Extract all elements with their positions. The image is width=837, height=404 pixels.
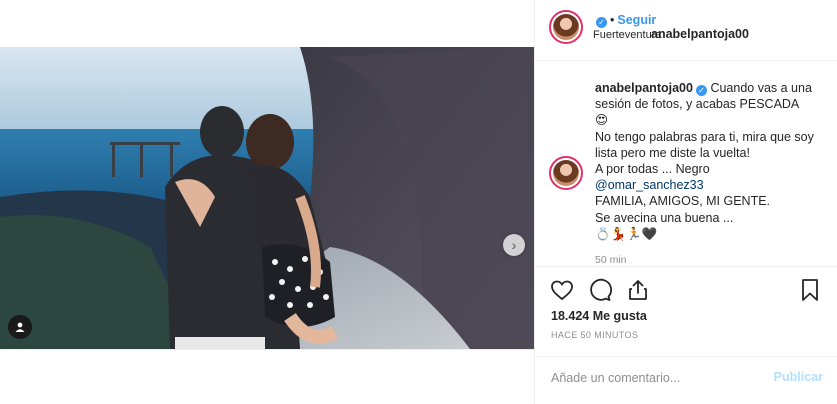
comment-button[interactable] [587,277,613,303]
avatar[interactable] [549,10,583,44]
publish-button[interactable]: Publicar [774,370,823,384]
save-button[interactable] [797,277,823,303]
mention-link[interactable]: @omar_sanchez33 [595,178,704,192]
like-count[interactable]: 18.424 Me gusta [551,309,647,323]
caption-area: anabelpantoja00 ✓ Cuando vas a una sesión… [535,61,837,266]
caption-line: A por todas ... Negro [595,162,710,177]
verified-badge-icon: ✓ [695,85,707,96]
emoji: 💍💃🏃🖤 [595,226,658,241]
share-icon [629,280,647,300]
username-link[interactable]: anabelpantoja00 [651,27,749,41]
next-photo-button[interactable]: › [503,234,525,256]
add-comment-bar: Publicar [535,356,837,404]
instagram-post-page: › anabelpantoja00 ✓ • Seguir Fuerteventura … [0,0,837,404]
verified-badge-icon: ✓ [596,17,607,28]
chevron-right-icon: › [511,237,517,253]
user-tag-icon [15,322,25,332]
post-header: anabelpantoja00 ✓ • Seguir Fuerteventura [535,0,837,61]
bookmark-icon [802,279,818,301]
user-tag-button[interactable] [8,315,32,339]
share-button[interactable] [625,277,651,303]
comment-icon [590,278,612,301]
header-user-line: anabelpantoja00 ✓ • Seguir [593,13,749,41]
caption-text: anabelpantoja00 ✓ Cuando vas a una sesión… [595,80,827,242]
avatar[interactable] [549,156,583,190]
action-bar: 18.424 Me gusta HACE 50 MINUTOS [535,266,837,356]
like-button[interactable] [549,277,575,303]
caption-line: No tengo palabras para ti, mira que soy … [595,129,814,160]
comment-input[interactable] [551,367,761,389]
post-photo[interactable]: › [0,47,534,349]
heart-icon [551,280,573,301]
emoji: 😍 [595,113,609,128]
photo-illustration [0,47,534,349]
post-timestamp[interactable]: HACE 50 MINUTOS [551,330,638,340]
caption-time: 50 min [595,254,627,266]
action-icons [549,277,651,303]
caption-line: FAMILIA, AMIGOS, MI GENTE. [595,194,771,209]
separator-dot: • [610,13,615,27]
location-link[interactable]: Fuerteventura [593,29,661,41]
follow-button[interactable]: Seguir [617,13,656,27]
divider [0,349,534,350]
caption-username-link[interactable]: anabelpantoja00 [595,81,693,95]
caption-line: Se avecina una buena ... [595,210,734,225]
